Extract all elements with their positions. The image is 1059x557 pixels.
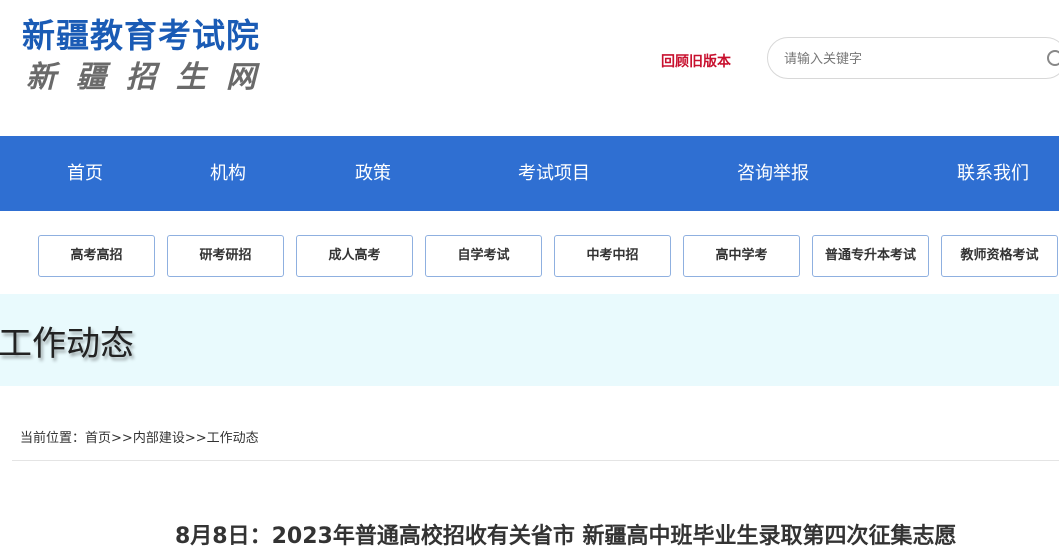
nav-item-contact[interactable]: 联系我们 bbox=[957, 136, 1029, 211]
breadcrumb-separator: >> bbox=[184, 431, 207, 446]
main-nav: 首页 机构 政策 考试项目 咨询举报 联系我们 bbox=[0, 136, 1059, 211]
category-high-school-test[interactable]: 高中学考 bbox=[683, 235, 800, 277]
old-version-link[interactable]: 回顾旧版本 bbox=[661, 51, 731, 71]
breadcrumb-separator: >> bbox=[111, 431, 133, 446]
banner-title: 工作动态 bbox=[0, 324, 134, 364]
nav-item-policy[interactable]: 政策 bbox=[355, 136, 391, 211]
search-input[interactable] bbox=[784, 49, 1034, 69]
category-adult-exam[interactable]: 成人高考 bbox=[296, 235, 413, 277]
category-teacher-cert[interactable]: 教师资格考试 bbox=[941, 235, 1058, 277]
breadcrumb-current[interactable]: 工作动态 bbox=[207, 431, 259, 446]
nav-item-consult-report[interactable]: 咨询举报 bbox=[737, 136, 809, 211]
category-gaokao[interactable]: 高考高招 bbox=[38, 235, 155, 277]
site-header: 新疆教育考试院 新疆招生网 回顾旧版本 bbox=[0, 0, 1059, 136]
nav-item-home[interactable]: 首页 bbox=[67, 136, 103, 211]
logo-title: 新疆教育考试院 bbox=[22, 16, 260, 55]
nav-item-exams[interactable]: 考试项目 bbox=[518, 136, 590, 211]
divider bbox=[12, 460, 1059, 461]
category-graduate-exam[interactable]: 研考研招 bbox=[167, 235, 284, 277]
breadcrumb-prefix: 当前位置： bbox=[20, 431, 86, 446]
article-title: 8月8日：2023年普通高校招收有关省市 新疆高中班毕业生录取第四次征集志愿 bbox=[175, 524, 957, 549]
breadcrumb-home[interactable]: 首页 bbox=[85, 431, 111, 446]
breadcrumb: 当前位置：首页>>内部建设>>工作动态 bbox=[20, 427, 259, 446]
category-bar: 高考高招 研考研招 成人高考 自学考试 中考中招 高中学考 普通专升本考试 教师… bbox=[0, 235, 1059, 277]
nav-item-organization[interactable]: 机构 bbox=[210, 136, 246, 211]
logo-subtitle: 新疆招生网 bbox=[26, 60, 276, 95]
category-zhongkao[interactable]: 中考中招 bbox=[554, 235, 671, 277]
section-banner: 工作动态 bbox=[0, 294, 1059, 386]
search-icon[interactable] bbox=[1047, 50, 1059, 66]
site-logo[interactable]: 新疆教育考试院 新疆招生网 bbox=[22, 14, 276, 98]
category-upgrade-exam[interactable]: 普通专升本考试 bbox=[812, 235, 929, 277]
category-self-study[interactable]: 自学考试 bbox=[425, 235, 542, 277]
breadcrumb-section[interactable]: 内部建设 bbox=[133, 431, 185, 446]
search-box bbox=[767, 37, 1059, 79]
